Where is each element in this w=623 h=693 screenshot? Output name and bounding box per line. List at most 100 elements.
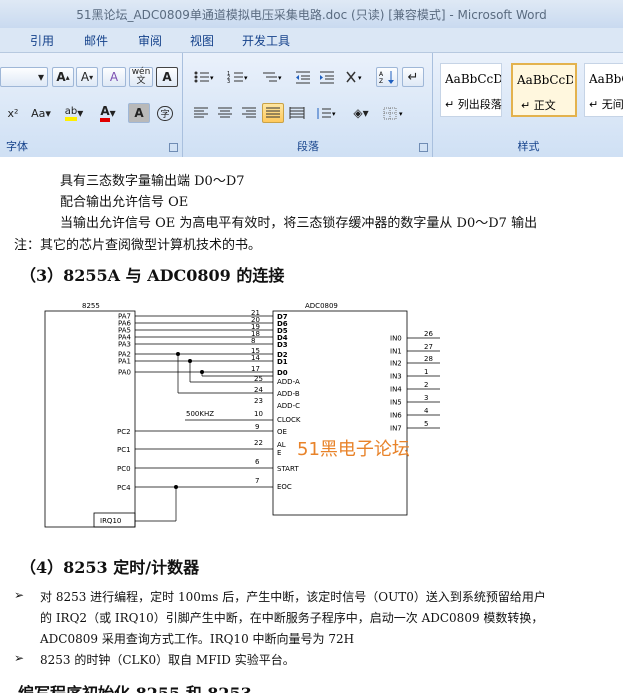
font-group: ▾ A ▴ A ▾ A wén 文 A x² Aa ▾ ab ▾ A ▾ A 字 字体	[0, 53, 183, 157]
distribute-icon	[289, 106, 305, 119]
grow-font-button[interactable]: A ▴	[52, 67, 74, 87]
bullet-text: 对 8253 进行编程，定时 100ms 后，产生中断，该定时信号（OUT0）送…	[40, 590, 546, 604]
pin-pc2: PC2	[117, 428, 131, 436]
pin-label-oe: OE	[277, 428, 287, 436]
style-no-spacing[interactable]: AaBbCc ↵ 无间	[584, 63, 623, 117]
svg-text:3: 3	[227, 79, 230, 84]
paragraph-group: ▾ 1 2 3 ▾ ▾ ▾ AZ ↵ ▾ ◈▾ ▾ 段落	[184, 53, 433, 157]
pin-label-ale-a: AL	[277, 441, 286, 449]
align-left-button[interactable]	[190, 103, 212, 123]
pin-number: 26	[424, 330, 433, 338]
font-color-button[interactable]: A ▾	[92, 103, 124, 123]
pin-label-adda: ADD-A	[277, 378, 300, 386]
numbering-button[interactable]: 1 2 3 ▾	[224, 67, 252, 87]
sort-icon: AZ	[379, 71, 394, 84]
pin-number: 4	[424, 407, 429, 415]
distribute-button[interactable]	[286, 103, 308, 123]
pin-number: 27	[424, 343, 433, 351]
tab-references[interactable]: 引用	[30, 32, 54, 49]
pin-pc4: PC4	[117, 484, 131, 492]
pin-label-in6: IN6	[390, 412, 402, 420]
pin-number: 3	[424, 394, 428, 402]
pin-label-addc: ADD-C	[277, 402, 300, 410]
style-list-paragraph[interactable]: AaBbCcDd ↵ 列出段落	[440, 63, 502, 117]
chinese-layout-button[interactable]: ▾	[342, 67, 372, 87]
tab-developer[interactable]: 开发工具	[242, 32, 290, 49]
line-spacing-icon: ▾	[317, 107, 336, 119]
pin-label-in3: IN3	[390, 373, 402, 381]
justify-button[interactable]	[262, 103, 284, 123]
paragraph-mark-icon: ↵	[407, 69, 419, 85]
svg-text:▾: ▾	[399, 110, 403, 118]
clear-format-button[interactable]: A	[102, 67, 126, 87]
pin-label-d0: D0	[277, 369, 288, 377]
borders-icon: ▾	[383, 107, 403, 119]
document-page[interactable]: 具有三态数字量输出端 D0～D7 配合输出允许信号 OE 当输出允许信号 OE …	[0, 158, 623, 693]
highlight-button[interactable]: ab ▾	[58, 103, 90, 123]
sort-button[interactable]: AZ	[376, 67, 398, 87]
pin-number: 23	[254, 397, 263, 405]
svg-text:▾: ▾	[210, 74, 214, 82]
align-right-button[interactable]	[238, 103, 260, 123]
svg-text:▾: ▾	[332, 110, 336, 118]
paragraph-dialog-launcher[interactable]	[419, 143, 428, 152]
pin-number: 7	[255, 477, 259, 485]
font-dialog-launcher[interactable]	[169, 143, 178, 152]
borders-button[interactable]: ▾	[380, 103, 410, 123]
pin-pc1: PC1	[117, 446, 131, 454]
align-center-button[interactable]	[214, 103, 236, 123]
pin-label-clock: CLOCK	[277, 416, 301, 424]
bullets-icon: ▾	[194, 71, 214, 83]
pin-label-start: START	[277, 465, 299, 473]
decrease-indent-button[interactable]	[292, 67, 314, 87]
pin-number: 2	[424, 381, 428, 389]
pin-pc0: PC0	[117, 465, 131, 473]
pin-number: 24	[254, 386, 263, 394]
font-group-label: 字体	[6, 140, 28, 153]
change-case-button[interactable]: Aa ▾	[26, 103, 56, 123]
enclose-char-button[interactable]: 字	[154, 103, 176, 123]
pin-number: 28	[424, 355, 433, 363]
multilevel-list-icon: ▾	[263, 72, 282, 82]
bullet-arrow-icon: ➢	[14, 651, 25, 665]
bullets-button[interactable]: ▾	[190, 67, 218, 87]
show-marks-button[interactable]: ↵	[402, 67, 424, 87]
multilevel-list-button[interactable]: ▾	[258, 67, 286, 87]
svg-text:▾: ▾	[278, 74, 282, 82]
shrink-font-button[interactable]: A ▾	[76, 67, 98, 87]
pin-label-in4: IN4	[390, 386, 402, 394]
style-normal[interactable]: AaBbCcDd ↵ 正文	[511, 63, 577, 117]
char-border-button[interactable]: A	[156, 67, 178, 87]
increase-indent-button[interactable]	[316, 67, 338, 87]
font-size-select[interactable]: ▾	[0, 67, 48, 87]
superscript-button[interactable]: x²	[2, 103, 24, 123]
align-right-icon	[242, 107, 256, 117]
increase-indent-icon	[320, 71, 334, 84]
numbering-icon: 123 ▾	[227, 71, 248, 84]
bullet-text: ADC0809 采用查询方式工作。IRQ10 中断向量号为 72H	[40, 632, 355, 646]
shading-button[interactable]: ◈▾	[346, 103, 376, 123]
chip-adc0809-box	[272, 310, 408, 516]
pin-number: 9	[255, 423, 259, 431]
section-heading-5: 、编写程序初始化 8255 和 8253	[2, 680, 252, 693]
pin-pa1: PA1	[118, 358, 131, 366]
align-left-icon	[194, 107, 208, 117]
tab-view[interactable]: 视图	[190, 32, 214, 49]
align-center-icon	[218, 107, 232, 117]
chip-adc0809-label: ADC0809	[305, 302, 338, 310]
tab-review[interactable]: 审阅	[138, 32, 162, 49]
pin-number: 5	[424, 420, 428, 428]
pin-label-ale-b: E	[277, 449, 281, 457]
char-shading-button[interactable]: A	[128, 103, 150, 123]
line-spacing-button[interactable]: ▾	[312, 103, 342, 123]
pin-label-in7: IN7	[390, 425, 402, 433]
pin-number: 22	[254, 439, 263, 447]
phonetic-guide-button[interactable]: wén 文	[129, 67, 153, 87]
pin-pa0: PA0	[118, 369, 131, 377]
irq10-label: IRQ10	[100, 517, 121, 525]
pin-pa3: PA3	[118, 341, 131, 349]
bullet-arrow-icon: ➢	[14, 588, 25, 602]
tab-mailings[interactable]: 邮件	[84, 32, 108, 49]
decrease-indent-icon	[296, 71, 310, 84]
paint-bucket-icon: ◈▾	[353, 106, 369, 120]
